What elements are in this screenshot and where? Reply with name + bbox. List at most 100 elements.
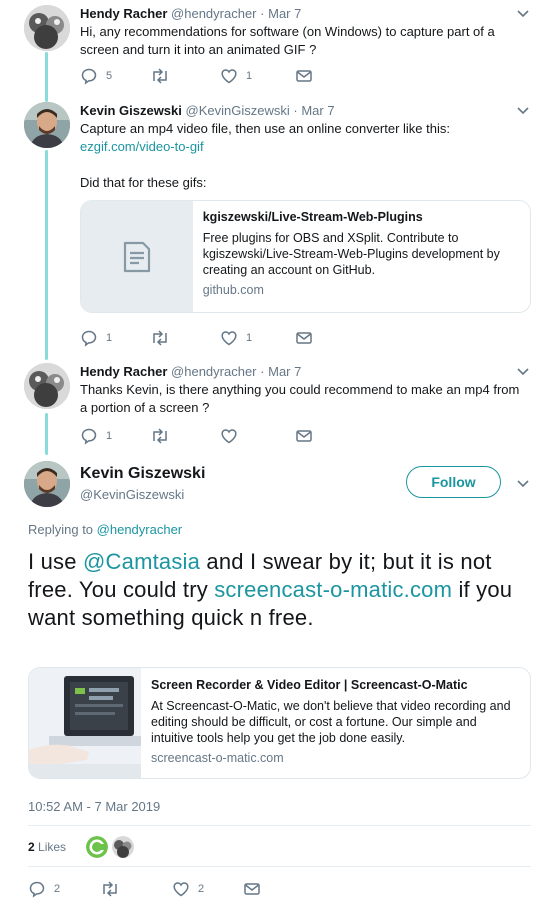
likes-count: 2	[28, 840, 35, 854]
tweet-link[interactable]: ezgif.com/video-to-gif	[80, 138, 204, 156]
reply-count: 5	[106, 70, 113, 82]
handle[interactable]: @hendyracher	[171, 364, 256, 379]
separator: ·	[293, 103, 298, 118]
liker-avatar[interactable]	[112, 836, 134, 858]
replying-prefix: Replying to	[28, 522, 94, 537]
chevron-down-icon[interactable]	[516, 6, 530, 23]
retweet-button[interactable]	[150, 67, 220, 85]
like-button[interactable]: 1	[220, 67, 296, 85]
likes-stat[interactable]: 2 Likes	[28, 840, 66, 854]
separator: ·	[260, 364, 265, 379]
card-body: kgiszewski/Live-Stream-Web-Plugins Free …	[193, 201, 530, 312]
divider	[28, 866, 531, 867]
envelope-icon	[296, 70, 312, 82]
avatar[interactable]	[24, 102, 70, 148]
tweet-timestamp[interactable]: 10:52 AM - 7 Mar 2019	[28, 799, 160, 814]
tweet-text: I use @Camtasia and I swear by it; but i…	[28, 548, 528, 632]
card-thumbnail	[81, 201, 193, 312]
like-button[interactable]: 1	[220, 329, 296, 347]
heart-icon	[221, 69, 237, 84]
card-description: Free plugins for OBS and XSplit. Contrib…	[202, 231, 500, 277]
tweet-date[interactable]: Mar 7	[301, 103, 334, 118]
tweet-date[interactable]: Mar 7	[268, 6, 301, 21]
retweet-icon	[103, 881, 117, 897]
card-title: Screen Recorder & Video Editor | Screenc…	[151, 678, 468, 692]
reply-button[interactable]: 1	[80, 329, 150, 347]
tweet-actions: 1	[80, 426, 312, 446]
heart-icon	[221, 331, 237, 346]
retweet-button[interactable]	[150, 329, 220, 347]
reply-icon	[81, 428, 97, 445]
display-name[interactable]: Hendy Racher	[80, 6, 167, 21]
display-name[interactable]: Hendy Racher	[80, 364, 167, 379]
follow-button[interactable]: Follow	[406, 466, 501, 498]
like-button[interactable]	[220, 427, 296, 445]
likes-label: Likes	[38, 840, 67, 854]
tweet-link[interactable]: screencast-o-matic.com	[214, 577, 452, 602]
dm-button[interactable]	[296, 331, 312, 345]
thread-line	[45, 413, 48, 455]
chevron-down-icon[interactable]	[516, 103, 530, 120]
reply-icon	[81, 330, 97, 347]
like-count: 1	[246, 332, 253, 344]
tweet-text-part: I use	[28, 549, 84, 574]
display-name[interactable]: Kevin Giszewski	[80, 103, 182, 118]
dm-button[interactable]	[244, 882, 260, 896]
heart-icon	[221, 429, 237, 444]
retweet-button[interactable]	[150, 427, 220, 445]
avatar[interactable]	[24, 363, 70, 409]
retweet-icon	[153, 68, 167, 84]
reply-count: 1	[106, 332, 113, 344]
reply-button[interactable]: 2	[28, 880, 100, 898]
tweet-text: Thanks Kevin, is there anything you coul…	[80, 382, 520, 415]
envelope-icon	[244, 883, 260, 895]
like-count: 2	[198, 883, 205, 895]
author-line: Hendy Racher @hendyracher · Mar 7	[80, 364, 301, 379]
link-card[interactable]: Screen Recorder & Video Editor | Screenc…	[28, 667, 531, 779]
replying-to: Replying to @hendyracher	[28, 522, 182, 537]
heart-icon	[173, 882, 189, 897]
envelope-icon	[296, 430, 312, 442]
card-description: At Screencast-O-Matic, we don't believe …	[151, 699, 511, 745]
like-button[interactable]: 2	[172, 880, 244, 898]
handle[interactable]: @hendyracher	[171, 6, 256, 21]
laptop-image	[29, 668, 141, 778]
retweet-button[interactable]	[100, 880, 172, 898]
card-url: screencast-o-matic.com	[151, 751, 284, 765]
handle[interactable]: @KevinGiszewski	[186, 103, 290, 118]
mention-link[interactable]: @Camtasia	[83, 549, 200, 574]
card-body: Screen Recorder & Video Editor | Screenc…	[141, 668, 530, 778]
tweet-date[interactable]: Mar 7	[268, 364, 301, 379]
avatar[interactable]	[24, 5, 70, 51]
tweet-actions: 5 1	[80, 66, 312, 86]
replying-handle[interactable]: @hendyracher	[97, 522, 182, 537]
card-thumbnail	[29, 668, 141, 778]
envelope-icon	[296, 332, 312, 344]
tweet-text: Capture an mp4 video file, then use an o…	[80, 121, 450, 136]
reply-button[interactable]: 5	[80, 67, 150, 85]
divider	[28, 825, 531, 826]
tweet-actions: 1 1	[80, 328, 312, 348]
document-icon	[123, 241, 150, 272]
author-line: Kevin Giszewski @KevinGiszewski · Mar 7	[80, 103, 335, 118]
reply-icon	[81, 68, 97, 85]
chevron-down-icon[interactable]	[516, 476, 530, 493]
display-name[interactable]: Kevin Giszewski	[80, 465, 205, 483]
card-url: github.com	[202, 283, 264, 297]
link-card[interactable]: kgiszewski/Live-Stream-Web-Plugins Free …	[80, 200, 531, 313]
liker-avatar[interactable]	[86, 836, 108, 858]
avatar[interactable]	[24, 461, 70, 507]
card-title: kgiszewski/Live-Stream-Web-Plugins	[202, 210, 423, 224]
dm-button[interactable]	[296, 69, 312, 83]
reply-count: 1	[106, 430, 113, 442]
tweet-actions: 2 2	[28, 879, 260, 899]
like-count: 1	[246, 70, 253, 82]
handle[interactable]: @KevinGiszewski	[80, 487, 184, 502]
tweet-text: Hi, any recommendations for software (on…	[80, 24, 495, 57]
author-line: Hendy Racher @hendyracher · Mar 7	[80, 6, 301, 21]
thread-line	[45, 52, 48, 102]
dm-button[interactable]	[296, 429, 312, 443]
tweet-text: Did that for these gifs:	[80, 175, 207, 190]
chevron-down-icon[interactable]	[516, 364, 530, 381]
reply-button[interactable]: 1	[80, 427, 150, 445]
